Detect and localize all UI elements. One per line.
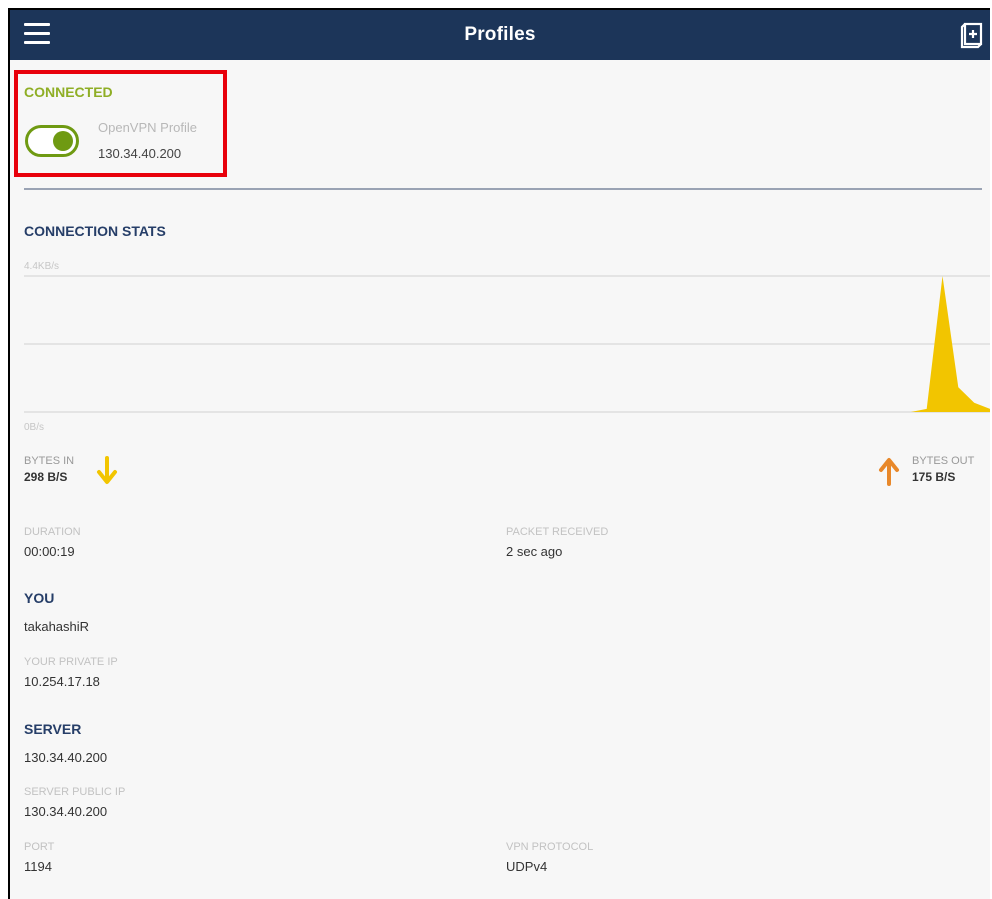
packet-received-label: PACKET RECEIVED — [506, 526, 609, 538]
duration-label: DURATION — [24, 526, 81, 538]
section-divider — [24, 188, 982, 190]
arrow-up-icon — [879, 458, 899, 486]
bytes-in-label: BYTES IN — [24, 455, 75, 467]
duration-value: 00:00:19 — [24, 544, 75, 559]
top-app-bar: Profiles — [10, 10, 990, 60]
traffic-chart: 4.4KB/s 0B/s — [24, 261, 990, 433]
vpn-protocol-label: VPN PROTOCOL — [506, 841, 594, 853]
server-section-title: SERVER — [24, 721, 82, 737]
page-title: Profiles — [464, 24, 536, 45]
chart-y-min-label: 0B/s — [24, 422, 44, 433]
private-ip-label: YOUR PRIVATE IP — [24, 656, 118, 668]
bytes-out-value: 175 B/S — [912, 470, 956, 484]
port-label: PORT — [24, 841, 55, 853]
you-section-title: YOU — [24, 590, 55, 606]
arrow-down-icon — [97, 456, 117, 484]
highlight-box — [14, 70, 227, 177]
private-ip-value: 10.254.17.18 — [24, 674, 100, 689]
server-public-ip-value: 130.34.40.200 — [24, 804, 108, 819]
server-hostname: 130.34.40.200 — [24, 750, 108, 765]
bytes-out-label: BYTES OUT — [912, 455, 975, 467]
port-value: 1194 — [24, 859, 52, 874]
chart-y-max-label: 4.4KB/s — [24, 261, 59, 272]
server-public-ip-label: SERVER PUBLIC IP — [24, 786, 126, 798]
vpn-protocol-value: UDPv4 — [506, 859, 548, 874]
username: takahashiR — [24, 619, 90, 634]
connection-stats-title: CONNECTION STATS — [24, 223, 166, 239]
app-screen: Profiles CONNECTED OpenVPN Profile 130.3… — [8, 8, 990, 899]
import-profile-icon[interactable] — [960, 21, 986, 49]
packet-received-value: 2 sec ago — [506, 544, 563, 559]
bytes-in-value: 298 B/S — [24, 470, 68, 484]
